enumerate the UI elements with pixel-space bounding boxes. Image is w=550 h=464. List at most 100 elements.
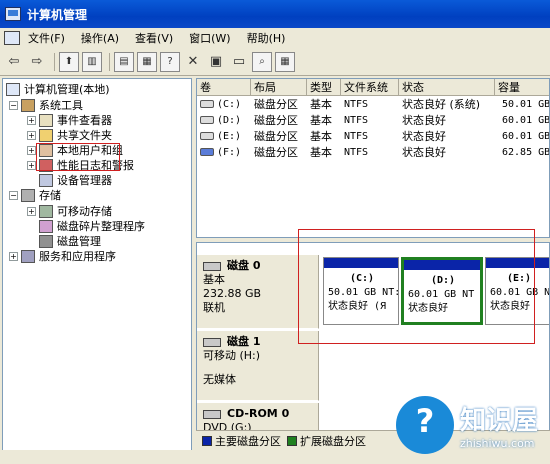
tree-item-services[interactable]: + 服务和应用程序: [9, 248, 116, 264]
tree-item-storage[interactable]: − 存储: [9, 187, 61, 203]
storage-icon: [21, 188, 35, 202]
table-row[interactable]: (F:): [197, 145, 241, 161]
menu-window[interactable]: 窗口(W): [189, 30, 230, 46]
up-icon[interactable]: ⬆: [59, 51, 79, 72]
capacity-cell: 50.01 GB: [502, 99, 550, 110]
tree-item-shared-folders[interactable]: + 共享文件夹: [27, 127, 112, 143]
computer-icon: [6, 82, 20, 96]
layout-cell: 磁盘分区: [254, 98, 298, 111]
cdrom-icon: [203, 409, 221, 419]
expand-icon[interactable]: +: [27, 160, 36, 170]
toolbar: ⇦ ⇨ ⬆ ▥ ▤ ▦ ? ✕ ▣ ▭ ⌕ ▦: [0, 48, 550, 76]
volume-cell: (D:): [217, 115, 242, 126]
watermark-name: 知识屋: [460, 406, 539, 436]
watermark-logo-icon: [396, 396, 454, 454]
menu-view[interactable]: 查看(V): [135, 30, 173, 46]
fs-cell: NTFS: [344, 131, 369, 142]
status-cell: 状态良好 (系统): [402, 98, 481, 111]
tree-item-root[interactable]: 计算机管理(本地): [6, 81, 110, 97]
drive-icon: [200, 100, 214, 108]
menu-bar: 文件(F) 操作(A) 查看(V) 窗口(W) 帮助(H): [0, 28, 550, 48]
volume-cell: (F:): [217, 147, 242, 158]
volume-list: 卷 布局 类型 文件系统 状态 容量 (C:) 磁盘分区 基本 NTFS 状态良…: [196, 78, 550, 238]
collapse-icon[interactable]: −: [9, 100, 18, 110]
drive-icon: [200, 116, 214, 124]
tree-item-label: 存储: [39, 189, 61, 202]
volume-cell: (E:): [217, 131, 242, 142]
tree-item-label: 可移动存储: [57, 205, 112, 218]
export-icon[interactable]: ▦: [137, 51, 157, 72]
expand-icon[interactable]: +: [27, 115, 36, 125]
table-row[interactable]: (D:): [197, 113, 241, 129]
menu-help[interactable]: 帮助(H): [247, 30, 286, 46]
column-header-type[interactable]: 类型: [307, 79, 341, 96]
type-cell: 基本: [310, 114, 332, 127]
column-header-filesystem[interactable]: 文件系统: [341, 79, 399, 96]
tree-item-removable-storage[interactable]: + 可移动存储: [27, 203, 112, 219]
tools-icon: [21, 98, 35, 112]
tree-item-label: 磁盘管理: [57, 235, 101, 248]
volume-cell: (C:): [217, 99, 242, 110]
title-bar: 计算机管理: [0, 0, 550, 28]
cdrom-0-label[interactable]: CD-ROM 0 DVD (G:): [197, 403, 319, 434]
column-header-capacity[interactable]: 容量: [495, 79, 549, 96]
tree-item-label: 设备管理器: [57, 174, 112, 187]
column-header-layout[interactable]: 布局: [251, 79, 307, 96]
tree-item-defrag[interactable]: 磁盘碎片整理程序: [39, 218, 145, 234]
expand-icon[interactable]: +: [27, 145, 36, 155]
disk-state: 联机: [203, 301, 225, 314]
tree-item-disk-management[interactable]: 磁盘管理: [39, 233, 101, 249]
forward-icon[interactable]: ⇨: [27, 52, 47, 72]
properties2-icon[interactable]: ▣: [206, 52, 226, 72]
fs-cell: NTFS: [344, 115, 369, 126]
menu-action[interactable]: 操作(A): [81, 30, 119, 46]
delete-icon[interactable]: ✕: [183, 52, 203, 72]
disk-type: 可移动 (H:): [203, 349, 261, 362]
drive-icon: [200, 148, 214, 156]
disk-size: 232.88 GB: [203, 287, 262, 300]
menu-file[interactable]: 文件(F): [28, 30, 65, 46]
column-header-volume[interactable]: 卷: [197, 79, 251, 96]
column-header-status[interactable]: 状态: [399, 79, 495, 96]
console-icon[interactable]: [4, 31, 20, 45]
device-manager-icon: [39, 173, 53, 187]
disk-management-icon: [39, 234, 53, 248]
type-cell: 基本: [310, 98, 332, 111]
search-icon[interactable]: ⌕: [252, 51, 272, 72]
capacity-cell: 62.85 GB: [502, 147, 550, 158]
table-row[interactable]: (C:): [197, 97, 241, 113]
tree-item-label: 事件查看器: [57, 114, 112, 127]
show-hide-tree-icon[interactable]: ▥: [82, 51, 102, 72]
print-icon[interactable]: ▦: [275, 51, 295, 72]
shared-folder-icon: [39, 128, 53, 142]
tree-item-event-viewer[interactable]: + 事件查看器: [27, 112, 112, 128]
primary-partition-swatch: [202, 435, 212, 446]
expand-icon[interactable]: +: [9, 251, 18, 261]
back-icon[interactable]: ⇦: [4, 52, 24, 72]
disk-media: 无媒体: [203, 373, 236, 386]
window-title: 计算机管理: [27, 7, 88, 22]
legend-primary: 主要磁盘分区: [215, 434, 281, 448]
expand-icon[interactable]: +: [27, 206, 36, 216]
tree-item-system-tools[interactable]: − 系统工具: [9, 97, 83, 113]
capacity-cell: 60.01 GB: [502, 115, 550, 126]
layout-cell: 磁盘分区: [254, 146, 298, 159]
removable-storage-icon: [39, 204, 53, 218]
event-viewer-icon: [39, 113, 53, 127]
services-icon: [21, 249, 35, 263]
status-cell: 状态良好: [402, 114, 446, 127]
open-folder-icon[interactable]: ▭: [229, 52, 249, 72]
watermark: 知识屋 zhishiwu.com: [392, 386, 550, 464]
fs-cell: NTFS: [344, 147, 369, 158]
fs-cell: NTFS: [344, 99, 369, 110]
tree-item-device-manager[interactable]: 设备管理器: [39, 172, 112, 188]
help-icon[interactable]: ?: [160, 51, 180, 72]
table-row[interactable]: (E:): [197, 129, 241, 145]
disk-type: 基本: [203, 273, 225, 286]
properties-icon[interactable]: ▤: [114, 51, 134, 72]
expand-icon[interactable]: +: [27, 130, 36, 140]
layout-cell: 磁盘分区: [254, 114, 298, 127]
collapse-icon[interactable]: −: [9, 190, 18, 200]
tree-item-label: 磁盘碎片整理程序: [57, 220, 145, 233]
disk-icon: [203, 337, 221, 347]
